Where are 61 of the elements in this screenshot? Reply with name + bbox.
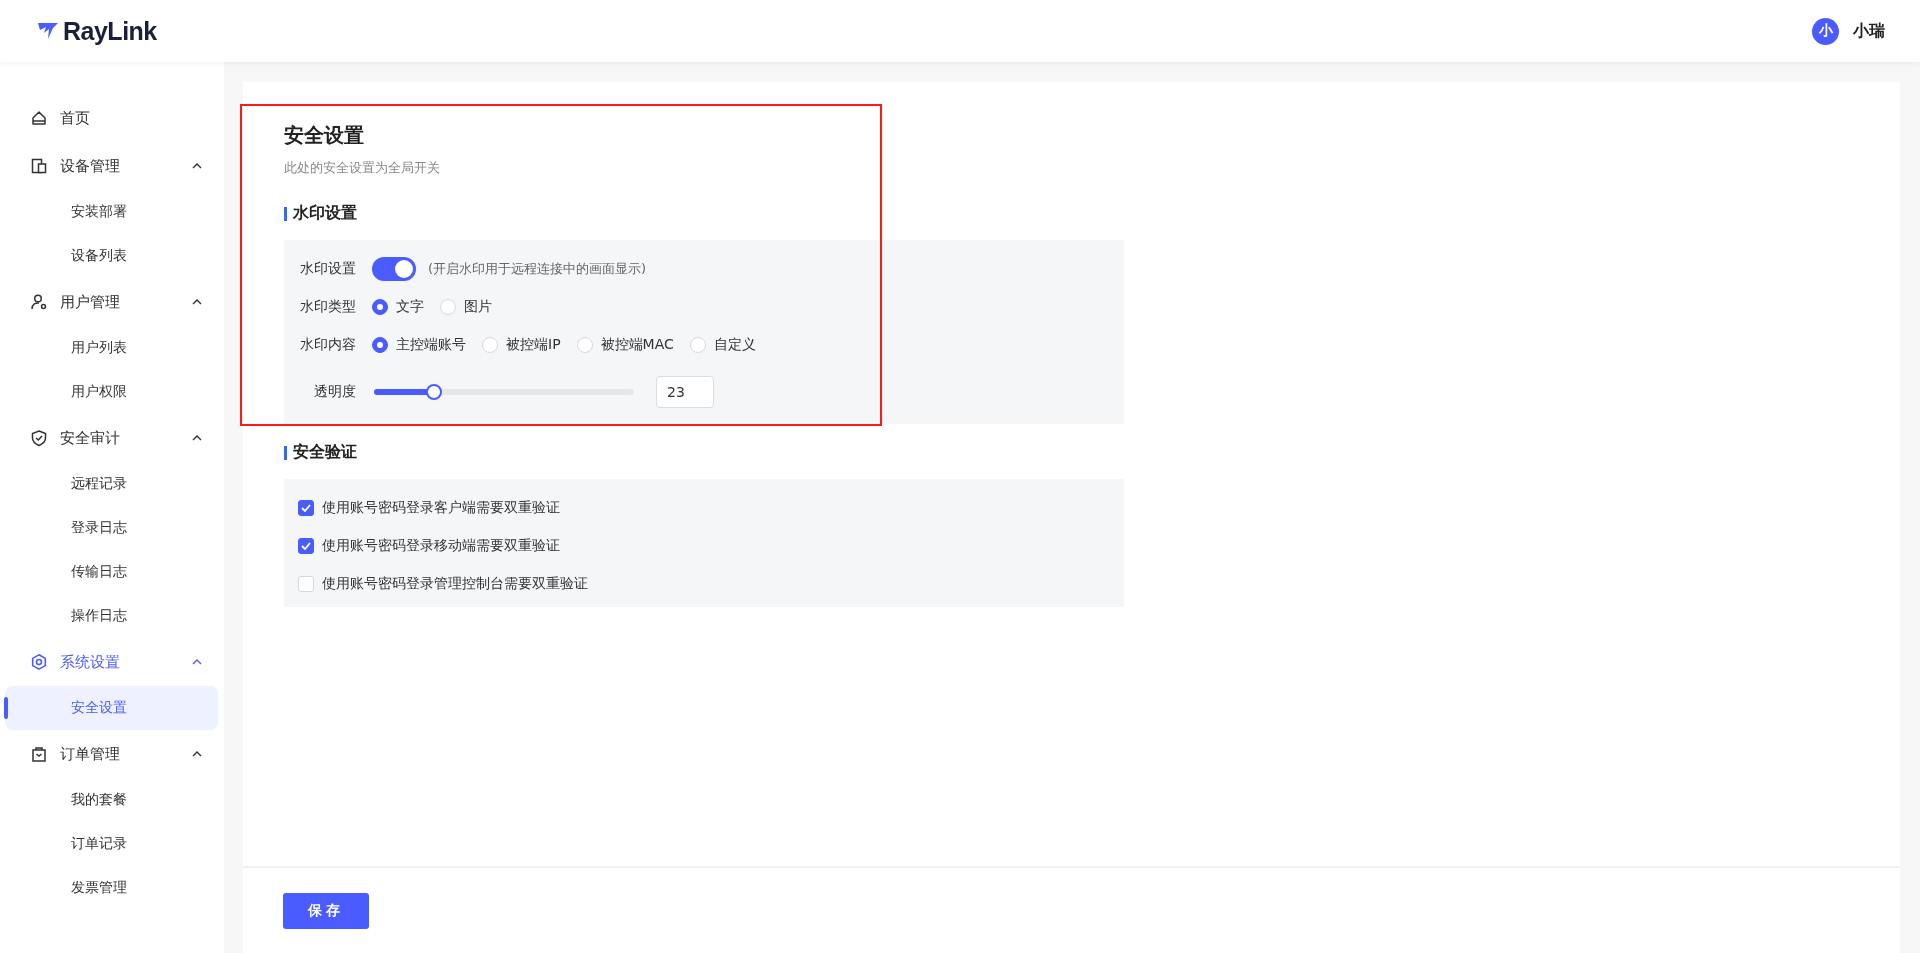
radio-button[interactable] — [372, 337, 388, 353]
bag-icon — [30, 745, 48, 763]
nav-subitem[interactable]: 安装部署 — [5, 190, 218, 234]
user-avatar[interactable]: 小 — [1812, 17, 1839, 45]
logo-icon — [37, 22, 59, 40]
nav-subitem[interactable]: 登录日志 — [5, 506, 218, 550]
nav-subitem[interactable]: 安全设置 — [5, 686, 218, 730]
user-name[interactable]: 小瑞 — [1853, 20, 1885, 42]
chevron-up-icon[interactable] — [192, 299, 202, 305]
hint-text: (开启水印用于远程连接中的画面显示) — [428, 260, 647, 278]
slider-thumb[interactable] — [425, 384, 442, 400]
nav-subitem[interactable]: 传输日志 — [5, 550, 218, 594]
field-label: 水印内容 — [300, 336, 356, 354]
radio-option[interactable]: 文字 — [372, 298, 424, 316]
checkbox[interactable] — [298, 500, 314, 516]
nav-subitem[interactable]: 远程记录 — [5, 462, 218, 506]
nav-item[interactable]: 设备管理 — [0, 142, 224, 190]
user-gear-icon — [30, 293, 48, 311]
nav-item[interactable]: 系统设置 — [0, 638, 224, 686]
save-button[interactable]: 保存 — [283, 892, 369, 929]
hexagon-icon — [30, 653, 48, 671]
radio-button[interactable] — [372, 299, 388, 315]
nav-item[interactable]: 安全审计 — [0, 414, 224, 462]
checkmark-icon — [301, 504, 311, 512]
number-input[interactable]: 23 — [656, 376, 714, 408]
checkmark-icon — [301, 542, 311, 550]
nav-item[interactable]: 首页 — [0, 94, 224, 142]
page-subtitle: 此处的安全设置为全局开关 — [284, 159, 441, 177]
shield-check-icon — [30, 429, 48, 447]
radio-option[interactable]: 被控端MAC — [576, 336, 674, 354]
nav-subitem[interactable]: 设备列表 — [5, 234, 218, 278]
devices-icon — [30, 157, 48, 175]
field-label: 透明度 — [313, 383, 356, 401]
nav-subitem[interactable]: 订单记录 — [5, 822, 218, 866]
radio-option[interactable]: 主控端账号 — [372, 336, 466, 354]
radio-option[interactable]: 自定义 — [689, 336, 756, 354]
nav-subitem[interactable]: 我的套餐 — [5, 778, 218, 822]
chevron-up-icon[interactable] — [192, 751, 202, 757]
nav-subitem[interactable]: 发票管理 — [5, 866, 218, 910]
nav-subitem[interactable]: 用户权限 — [5, 370, 218, 414]
nav-item[interactable]: 订单管理 — [0, 730, 224, 778]
nav-subitem[interactable]: 操作日志 — [5, 594, 218, 638]
section-title: 水印设置 — [293, 203, 357, 224]
checkbox-option[interactable]: 使用账号密码登录客户端需要双重验证 — [284, 489, 1124, 527]
checkbox-option[interactable]: 使用账号密码登录移动端需要双重验证 — [284, 527, 1124, 565]
logo-text: RayLink — [63, 16, 157, 46]
home-icon — [30, 109, 48, 127]
nav-subitem[interactable]: 用户列表 — [5, 326, 218, 370]
checkbox-option[interactable]: 使用账号密码登录管理控制台需要双重验证 — [284, 565, 1124, 603]
checkbox[interactable] — [298, 538, 314, 554]
nav-item[interactable]: 用户管理 — [0, 278, 224, 326]
field-label: 水印类型 — [300, 298, 356, 316]
section-title: 安全验证 — [293, 442, 357, 463]
slider-track[interactable] — [374, 384, 634, 400]
chevron-up-icon[interactable] — [192, 163, 202, 169]
radio-option[interactable]: 图片 — [440, 298, 492, 316]
chevron-up-icon[interactable] — [192, 435, 202, 441]
radio-option[interactable]: 被控端IP — [482, 336, 561, 354]
page-title: 安全设置 — [284, 122, 365, 149]
toggle-switch[interactable] — [372, 257, 416, 281]
field-label: 水印设置 — [300, 260, 356, 278]
